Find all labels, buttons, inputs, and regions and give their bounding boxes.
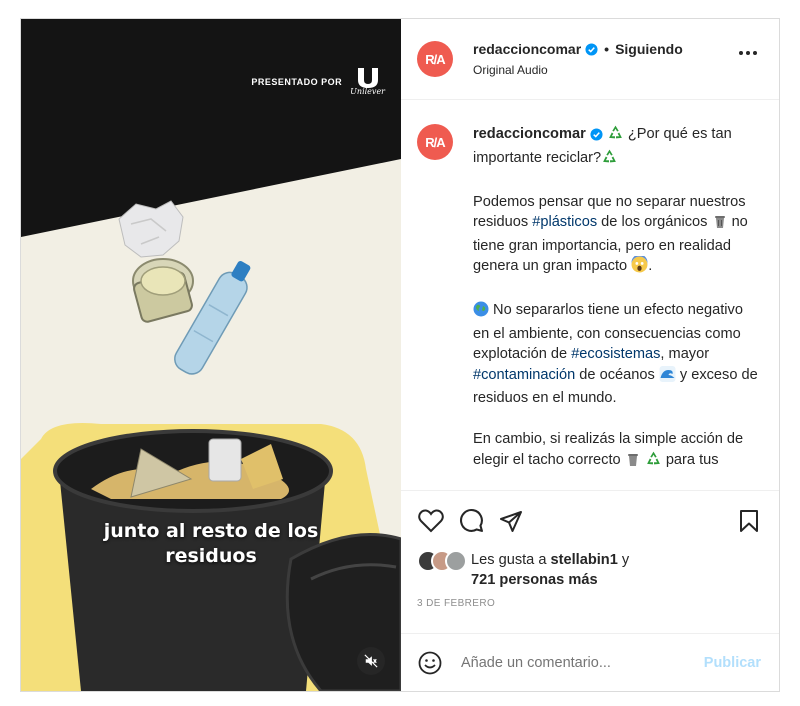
unilever-logo: Unilever [350, 67, 385, 96]
comment-bubble-icon [459, 509, 483, 532]
share-button[interactable] [497, 507, 525, 535]
verified-badge-icon [590, 127, 603, 148]
emoji-button[interactable] [417, 650, 443, 676]
video-frame [21, 19, 401, 691]
post-header: R/A redaccioncomar • Siguiendo Original … [401, 19, 779, 100]
comments-area[interactable]: R/A redaccioncomar ¿Por qué es tan impor… [401, 100, 779, 490]
separator-dot: • [604, 41, 610, 57]
audio-link[interactable]: Original Audio [473, 63, 683, 77]
caption-text: redaccioncomar ¿Por qué es tan important… [473, 124, 763, 490]
hashtag-link[interactable]: #contaminación [473, 367, 575, 383]
header-text: redaccioncomar • Siguiendo Original Audi… [473, 41, 683, 77]
post-video[interactable]: PRESENTADO POR Unilever junto al resto d… [21, 19, 401, 691]
video-caption-line2: residuos [165, 545, 257, 567]
more-dot-icon [739, 51, 743, 55]
instagram-post: PRESENTADO POR Unilever junto al resto d… [20, 18, 780, 692]
caption-paragraph-1: redaccioncomar ¿Por qué es tan important… [473, 124, 763, 171]
author-avatar[interactable]: R/A [417, 41, 453, 77]
save-button[interactable] [735, 507, 763, 535]
wastebasket-emoji-icon [625, 451, 641, 474]
more-dot-icon [753, 51, 757, 55]
caption-author-avatar[interactable]: R/A [417, 124, 453, 160]
publish-button[interactable]: Publicar [704, 655, 761, 671]
caption-paragraph-2: Podemos pensar que no separar nuestros r… [473, 192, 763, 280]
header-line: redaccioncomar • Siguiendo [473, 41, 683, 57]
post-date[interactable]: 3 DE FEBRERO [401, 590, 779, 628]
wave-emoji-icon [659, 365, 676, 389]
paper-plane-icon [500, 510, 522, 532]
caption-text-span: , mayor [660, 346, 710, 362]
follow-status-button[interactable]: Siguiendo [615, 41, 683, 57]
comment-input[interactable] [461, 654, 691, 671]
recycle-emoji-icon [601, 148, 618, 172]
heart-icon [418, 508, 444, 532]
liker-avatars [417, 550, 471, 574]
hashtag-link[interactable]: #ecosistemas [571, 346, 660, 362]
sponsor-label: PRESENTADO POR [251, 76, 343, 87]
recycle-emoji-icon [645, 450, 662, 474]
like-button[interactable] [417, 507, 445, 535]
more-dot-icon [746, 51, 750, 55]
likes-suffix: y [617, 552, 630, 568]
caption-text-span: de los orgánicos [597, 214, 712, 230]
liker-username[interactable]: stellabin1 [551, 552, 618, 568]
speaker-muted-icon [364, 654, 378, 668]
liker-avatar[interactable] [445, 550, 467, 572]
likes-prefix: Les gusta a [471, 552, 551, 568]
caption-text-span: para tus [661, 451, 719, 468]
action-bar [401, 490, 779, 550]
likes-text: Les gusta a stellabin1 y 721 personas má… [471, 550, 629, 590]
more-options-button[interactable] [739, 51, 757, 55]
unilever-u-icon [357, 68, 378, 88]
likes-summary: Les gusta a stellabin1 y 721 personas má… [401, 550, 779, 590]
likes-count-link[interactable]: 721 personas más [471, 572, 598, 588]
caption-username[interactable]: redaccioncomar [473, 126, 586, 142]
screaming-face-emoji-icon [631, 254, 648, 280]
verified-badge-icon [585, 42, 598, 56]
caption-text-span: . [648, 258, 653, 274]
video-caption: junto al resto de los residuos [21, 519, 401, 569]
author-username[interactable]: redaccioncomar [473, 41, 581, 57]
comment-button[interactable] [457, 507, 485, 535]
globe-emoji-icon [473, 301, 489, 324]
hashtag-link[interactable]: #plásticos [532, 214, 597, 230]
caption-paragraph-3: No separarlos tiene un efecto negativo e… [473, 300, 763, 409]
recycle-emoji-icon [607, 124, 624, 148]
add-comment-bar: Publicar [401, 633, 779, 691]
bookmark-icon [740, 509, 758, 532]
video-caption-line1: junto al resto de los [103, 520, 319, 542]
wastebasket-emoji-icon [712, 213, 728, 236]
caption-paragraph-4: En cambio, si realizás la simple acción … [473, 429, 763, 473]
caption-comment: R/A redaccioncomar ¿Por qué es tan impor… [417, 124, 763, 490]
mute-button[interactable] [357, 647, 385, 675]
caption-text-span: de océanos [575, 366, 659, 383]
post-side-panel: R/A redaccioncomar • Siguiendo Original … [401, 19, 779, 691]
smiley-icon [418, 651, 442, 674]
sponsor-badge: PRESENTADO POR Unilever [251, 67, 385, 96]
unilever-wordmark: Unilever [350, 87, 385, 96]
